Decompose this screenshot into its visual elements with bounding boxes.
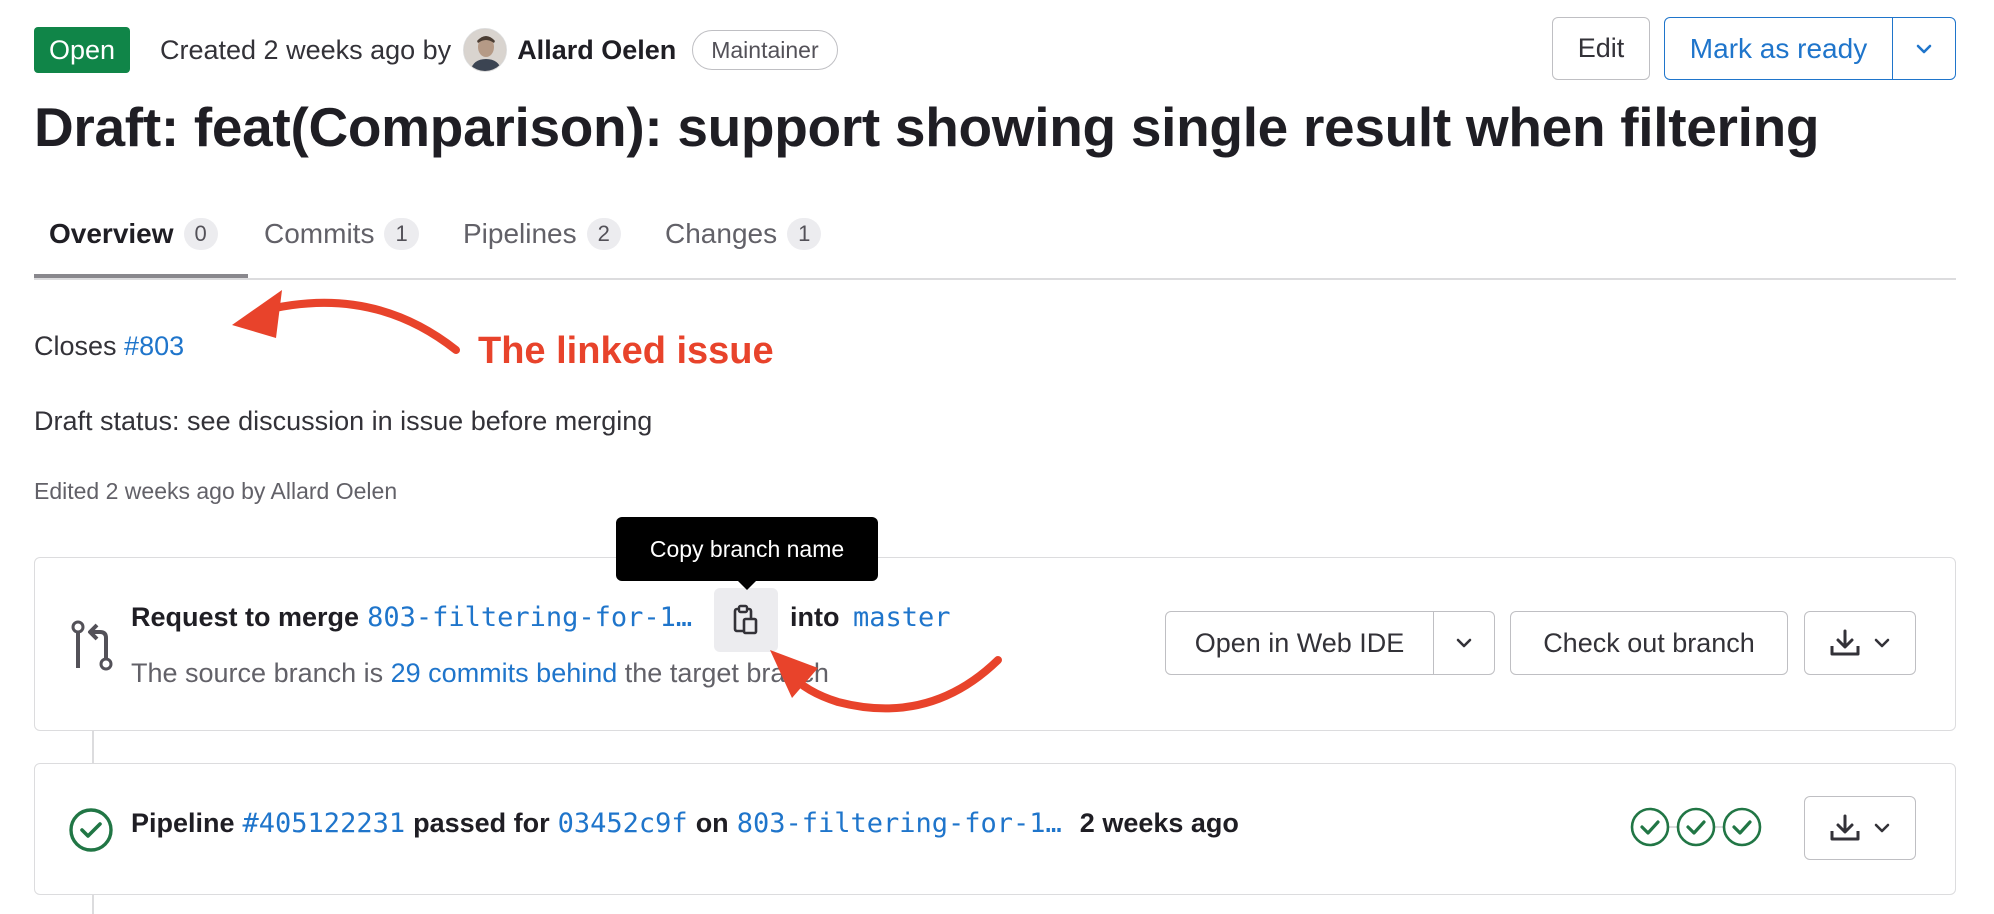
pipeline-id-link[interactable]: #405122231 [243, 808, 406, 839]
download-icon [1830, 629, 1860, 656]
tab-count: 2 [586, 218, 621, 250]
source-branch-link[interactable]: 803-filtering-for-1… [367, 602, 692, 633]
stage-passed-icon[interactable] [1630, 807, 1670, 847]
author-name[interactable]: Allard Oelen [517, 27, 676, 73]
behind-prefix: The source branch is [131, 658, 384, 688]
stage-passed-icon[interactable] [1676, 807, 1716, 847]
tab-changes[interactable]: Changes 1 [665, 190, 822, 278]
timeline-connector [92, 731, 94, 763]
avatar[interactable] [463, 28, 508, 72]
pipeline-download-dropdown[interactable] [1804, 796, 1916, 860]
stage-passed-icon[interactable] [1722, 807, 1762, 847]
tab-count: 0 [183, 218, 218, 250]
on-label: on [695, 808, 729, 838]
mr-tabs: Overview 0 Commits 1 Pipelines 2 Changes… [34, 190, 1956, 280]
closes-label: Closes [34, 331, 117, 361]
mark-as-ready-group: Mark as ready [1664, 17, 1956, 80]
passed-for-label: passed for [413, 808, 550, 838]
pipeline-stages [1630, 807, 1762, 847]
merge-request-line: Request to merge 803-filtering-for-1… [131, 602, 692, 633]
commits-behind-link[interactable]: 29 commits behind [391, 658, 618, 688]
avatar-image [464, 29, 507, 71]
chevron-down-icon [1456, 638, 1472, 648]
annotation-arrowhead-issue [232, 290, 282, 338]
chevron-down-icon [1874, 638, 1890, 648]
behind-suffix: the target branch [624, 658, 829, 688]
success-status-icon[interactable] [68, 807, 114, 858]
mark-as-ready-button[interactable]: Mark as ready [1665, 18, 1893, 79]
tab-label: Overview [49, 218, 174, 249]
page-title: Draft: feat(Comparison): support showing… [34, 96, 1820, 158]
copy-branch-button[interactable] [714, 588, 778, 652]
copy-branch-tooltip: Copy branch name [616, 517, 878, 581]
tab-count: 1 [384, 218, 419, 250]
active-tab-indicator [34, 274, 248, 278]
pipeline-branch-link[interactable]: 803-filtering-for-1… [737, 808, 1062, 839]
pipeline-line: Pipeline #405122231 passed for 03452c9f … [131, 808, 1239, 839]
timeline-connector [92, 895, 94, 914]
target-branch-link[interactable]: master [853, 602, 951, 633]
web-ide-dropdown[interactable] [1434, 612, 1494, 674]
clipboard-icon [733, 604, 758, 635]
role-badge: Maintainer [692, 30, 838, 70]
chevron-down-icon [1874, 823, 1890, 833]
request-to-merge-label: Request to merge [131, 602, 360, 632]
tab-commits[interactable]: Commits 1 [264, 190, 419, 278]
tab-overview[interactable]: Overview 0 [49, 190, 218, 278]
web-ide-group: Open in Web IDE [1165, 611, 1495, 675]
annotation-linked-issue: The linked issue [478, 330, 774, 372]
closes-line: Closes #803 [34, 331, 184, 362]
edited-text: Edited 2 weeks ago by Allard Oelen [34, 478, 398, 504]
commit-sha-link[interactable]: 03452c9f [558, 808, 688, 839]
tab-label: Pipelines [463, 218, 577, 249]
merge-request-icon [70, 620, 114, 677]
download-icon [1830, 814, 1860, 841]
mr-meta: Created 2 weeks ago by Allard Oelen Main… [160, 27, 838, 73]
status-badge: Open [34, 27, 131, 73]
check-out-branch-button[interactable]: Check out branch [1510, 611, 1788, 675]
draft-status-text: Draft status: see discussion in issue be… [34, 406, 653, 436]
tab-pipelines[interactable]: Pipelines 2 [463, 190, 621, 278]
into-label: into [790, 602, 840, 632]
pipeline-time: 2 weeks ago [1079, 808, 1239, 838]
tab-label: Commits [264, 218, 375, 249]
mark-as-ready-dropdown[interactable] [1893, 18, 1955, 79]
edit-button[interactable]: Edit [1552, 17, 1650, 80]
created-text: Created 2 weeks ago by [160, 35, 452, 65]
into-target-line: into master [790, 602, 951, 633]
chevron-down-icon [1916, 44, 1932, 53]
tooltip-arrow [737, 580, 757, 590]
tab-label: Changes [665, 218, 778, 249]
tab-count: 1 [787, 218, 822, 250]
annotation-arrow-issue [254, 298, 460, 354]
pipeline-label: Pipeline [131, 808, 235, 838]
issue-link[interactable]: #803 [124, 331, 184, 361]
download-dropdown-button[interactable] [1804, 611, 1916, 675]
open-web-ide-button[interactable]: Open in Web IDE [1166, 612, 1434, 674]
branch-behind-text: The source branch is 29 commits behind t… [131, 658, 829, 689]
